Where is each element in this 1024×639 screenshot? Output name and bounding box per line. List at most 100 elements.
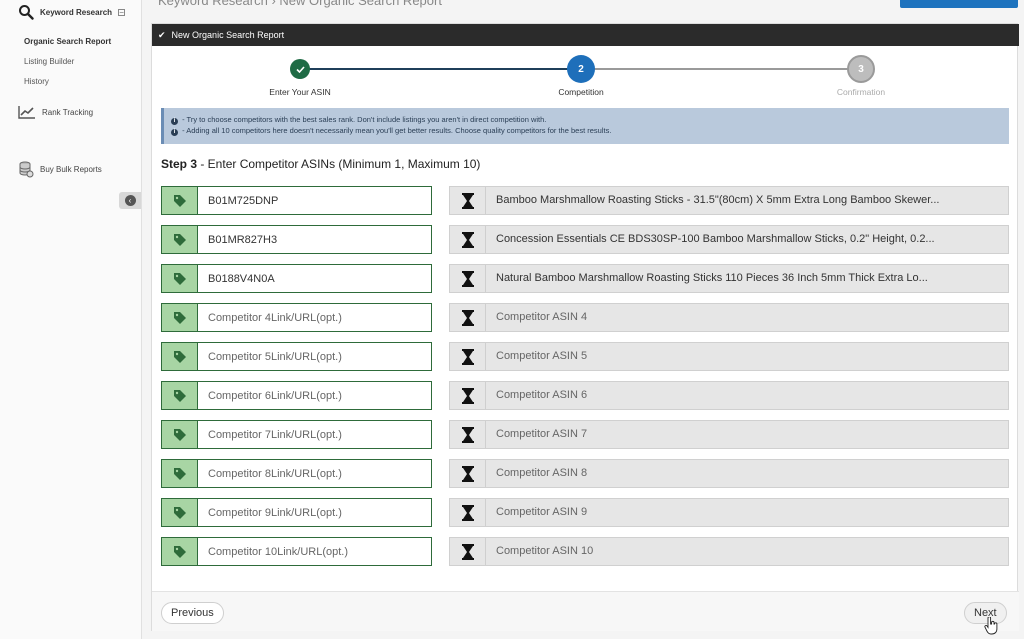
panel-header: ✔ New Organic Search Report	[152, 24, 1019, 46]
competitor-title-text: Competitor ASIN 10	[496, 545, 594, 557]
breadcrumb: Keyword Research › New Organic Search Re…	[158, 0, 442, 8]
price-tag-icon	[162, 265, 198, 292]
competitor-title-field: Bamboo Marshmallow Roasting Sticks - 31.…	[449, 186, 1009, 215]
competitor-asin-input[interactable]	[198, 421, 431, 448]
sidebar-item-organic-search-report[interactable]: Organic Search Report	[24, 37, 111, 46]
competitor-row: Competitor ASIN 4	[161, 303, 1009, 332]
sidebar-section-keyword-research[interactable]: Keyword Research −	[18, 3, 130, 21]
wizard-footer: Previous Next	[152, 591, 1019, 631]
competitor-asin-field[interactable]	[161, 537, 432, 566]
competitor-row: Competitor ASIN 9	[161, 498, 1009, 527]
competitor-asin-field[interactable]	[161, 225, 432, 254]
hourglass-icon	[450, 226, 486, 253]
stepper-line-pending	[581, 68, 861, 70]
competitor-asin-input[interactable]	[198, 265, 431, 292]
competitor-row: Competitor ASIN 7	[161, 420, 1009, 449]
competitor-title-field: Competitor ASIN 10	[449, 537, 1009, 566]
sidebar-item-buy-bulk-reports[interactable]: Buy Bulk Reports	[18, 161, 102, 178]
competitor-title-field: Concession Essentials CE BDS30SP-100 Bam…	[449, 225, 1009, 254]
competitor-title-field: Competitor ASIN 9	[449, 498, 1009, 527]
competitor-asin-input[interactable]	[198, 187, 431, 214]
competitor-title-text: Competitor ASIN 7	[496, 428, 588, 440]
hourglass-icon	[450, 304, 486, 331]
competitor-asin-input[interactable]	[198, 226, 431, 253]
competitor-row: Competitor ASIN 10	[161, 537, 1009, 566]
top-action-button[interactable]	[900, 0, 1018, 8]
competitor-title-text: Bamboo Marshmallow Roasting Sticks - 31.…	[496, 194, 940, 206]
sidebar-item-listing-builder[interactable]: Listing Builder	[24, 57, 74, 66]
hourglass-icon	[450, 343, 486, 370]
competitor-asin-field[interactable]	[161, 303, 432, 332]
competitor-title-text: Competitor ASIN 5	[496, 350, 588, 362]
step-2-label: Competition	[558, 87, 604, 97]
competitor-row: Bamboo Marshmallow Roasting Sticks - 31.…	[161, 186, 1009, 215]
hourglass-icon	[450, 499, 486, 526]
previous-button[interactable]: Previous	[161, 602, 224, 624]
competitor-title-field: Natural Bamboo Marshmallow Roasting Stic…	[449, 264, 1009, 293]
competitor-asin-input[interactable]	[198, 538, 431, 565]
step-2-circle: 2	[567, 55, 595, 83]
competitor-asin-field[interactable]	[161, 264, 432, 293]
panel-title: New Organic Search Report	[171, 30, 285, 40]
step-3-label: Confirmation	[836, 87, 886, 97]
info-icon: i	[171, 118, 178, 125]
competitor-title-text: Competitor ASIN 6	[496, 389, 588, 401]
hourglass-icon	[450, 421, 486, 448]
info-alert: i - Try to choose competitors with the b…	[161, 108, 1009, 144]
price-tag-icon	[162, 538, 198, 565]
sidebar: Keyword Research − Organic Search Report…	[0, 0, 142, 639]
competitor-asin-field[interactable]	[161, 498, 432, 527]
competitor-asin-input[interactable]	[198, 460, 431, 487]
competitor-row: Competitor ASIN 8	[161, 459, 1009, 488]
competitor-title-text: Competitor ASIN 9	[496, 506, 588, 518]
competitor-title-text: Concession Essentials CE BDS30SP-100 Bam…	[496, 233, 935, 245]
report-wizard-panel: ✔ New Organic Search Report 2 3 Enter Yo…	[151, 23, 1019, 631]
competitor-title-text: Competitor ASIN 4	[496, 311, 588, 323]
magnifier-icon	[19, 5, 34, 20]
competitor-asin-field[interactable]	[161, 459, 432, 488]
info-line: i - Adding all 10 competitors here doesn…	[171, 125, 1002, 136]
hand-cursor-icon	[984, 617, 998, 635]
competitor-title-field: Competitor ASIN 8	[449, 459, 1009, 488]
competitor-row: Concession Essentials CE BDS30SP-100 Bam…	[161, 225, 1009, 254]
competitor-asin-field[interactable]	[161, 381, 432, 410]
hourglass-icon	[450, 265, 486, 292]
info-line: i - Try to choose competitors with the b…	[171, 114, 1002, 125]
competitor-asin-input[interactable]	[198, 304, 431, 331]
competitor-asin-input[interactable]	[198, 343, 431, 370]
top-header-strip: Keyword Research › New Organic Search Re…	[150, 0, 1024, 12]
competitor-title-field: Competitor ASIN 7	[449, 420, 1009, 449]
competitor-row: Natural Bamboo Marshmallow Roasting Stic…	[161, 264, 1009, 293]
competitor-title-text: Natural Bamboo Marshmallow Roasting Stic…	[496, 272, 928, 284]
chevron-left-circle-icon: ‹	[124, 195, 136, 206]
step-1-circle	[290, 59, 310, 79]
check-icon: ✔	[158, 29, 166, 40]
hourglass-icon	[450, 382, 486, 409]
sidebar-item-rank-tracking[interactable]: Rank Tracking	[18, 105, 93, 119]
competitor-asin-field[interactable]	[161, 186, 432, 215]
coin-stack-icon	[19, 161, 34, 178]
price-tag-icon	[162, 421, 198, 448]
sidebar-section-title: Keyword Research	[40, 7, 113, 17]
competitor-asin-field[interactable]	[161, 420, 432, 449]
price-tag-icon	[162, 226, 198, 253]
step-3-circle: 3	[847, 55, 875, 83]
sidebar-item-label: Buy Bulk Reports	[40, 165, 102, 174]
competitor-asin-field[interactable]	[161, 342, 432, 371]
hourglass-icon	[450, 460, 486, 487]
checkmark-icon	[295, 65, 305, 73]
competitor-asin-input[interactable]	[198, 499, 431, 526]
competitor-title-field: Competitor ASIN 6	[449, 381, 1009, 410]
sidebar-item-history[interactable]: History	[24, 77, 49, 86]
collapse-sidebar-button[interactable]: ‹	[119, 192, 141, 209]
trend-chart-icon	[18, 106, 35, 119]
step-1-label: Enter Your ASIN	[269, 87, 331, 97]
price-tag-icon	[162, 499, 198, 526]
price-tag-icon	[162, 304, 198, 331]
competitor-asin-input[interactable]	[198, 382, 431, 409]
price-tag-icon	[162, 382, 198, 409]
collapse-section-icon[interactable]: −	[118, 8, 126, 16]
competitor-title-text: Competitor ASIN 8	[496, 467, 588, 479]
competitor-title-field: Competitor ASIN 4	[449, 303, 1009, 332]
info-icon: i	[171, 129, 178, 136]
